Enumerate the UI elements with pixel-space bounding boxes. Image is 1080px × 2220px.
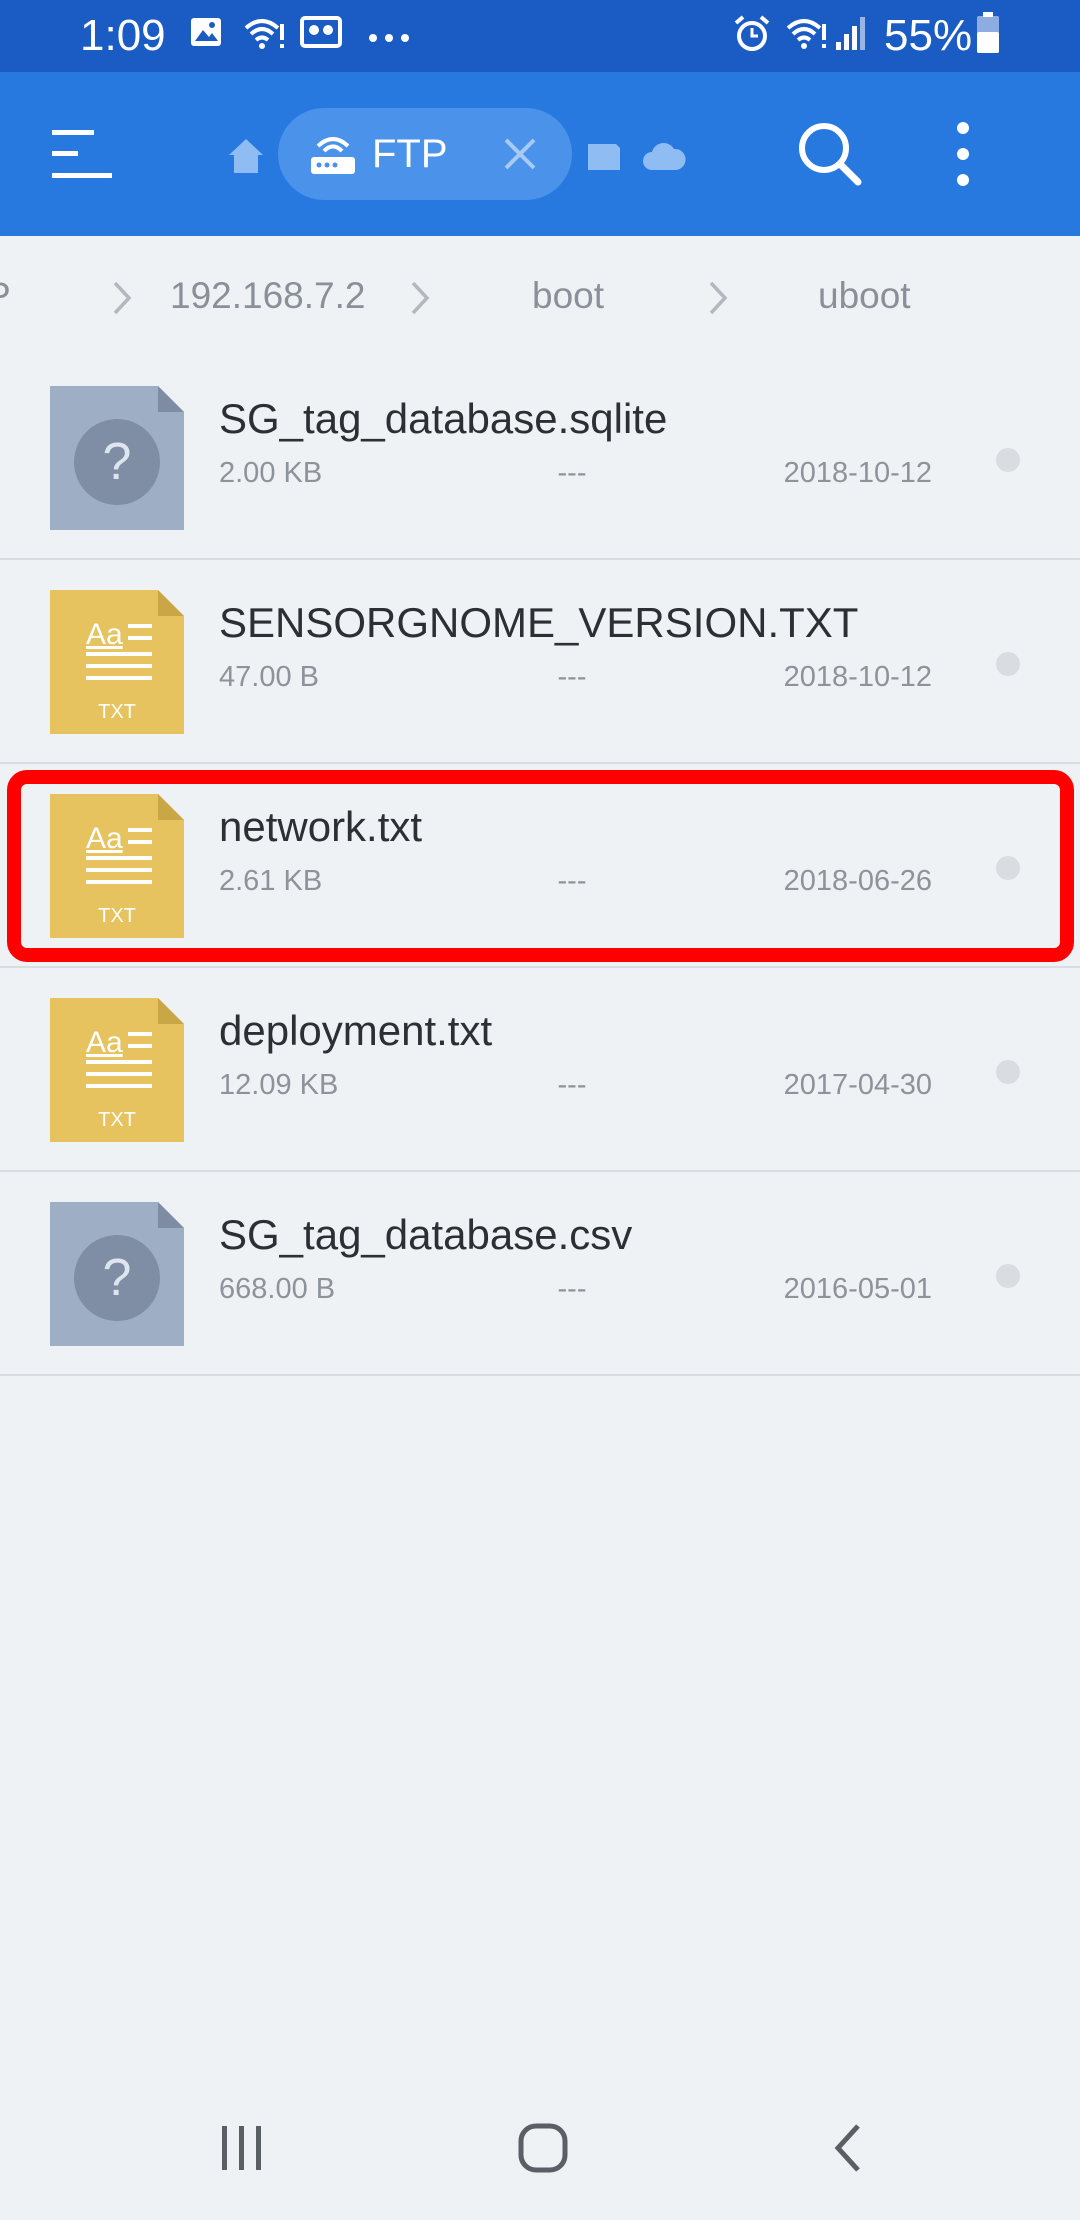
file-date: 2018-06-26 — [783, 865, 932, 897]
file-permissions: --- — [557, 1273, 587, 1305]
screen: 1:09 55% FTP 192.168.7.2 boot uboot ? SG… — [0, 0, 1080, 2220]
text-file-icon: Aa TXT — [50, 794, 184, 938]
battery-icon — [976, 12, 1000, 59]
unknown-file-icon: ? — [50, 386, 184, 530]
wifi-icon — [784, 14, 828, 59]
tab-home[interactable] — [226, 136, 266, 181]
more-vert-icon[interactable] — [950, 120, 976, 193]
tab-ftp-label: FTP — [372, 132, 448, 176]
file-name: SG_tag_database.csv — [219, 1211, 633, 1258]
svg-text:Aa: Aa — [86, 1026, 123, 1059]
close-tab-icon[interactable] — [500, 134, 540, 179]
svg-text:?: ? — [103, 1249, 132, 1307]
file-row[interactable]: ? SG_tag_database.csv 668.00 B --- 2016-… — [0, 1172, 1080, 1376]
signal-icon — [834, 14, 870, 57]
system-nav-bar — [0, 2080, 1080, 2220]
unknown-file-icon: ? — [50, 1202, 184, 1346]
file-permissions: --- — [557, 1069, 587, 1101]
file-size: 2.61 KB — [219, 865, 323, 897]
select-checkbox[interactable] — [996, 1060, 1020, 1084]
breadcrumb-item-uboot[interactable]: uboot — [818, 272, 911, 320]
tab-sd-card[interactable] — [586, 140, 622, 179]
recents-icon[interactable] — [218, 2124, 266, 2177]
sd-card-icon — [586, 144, 622, 178]
svg-text:Aa: Aa — [86, 618, 123, 651]
select-checkbox[interactable] — [996, 652, 1020, 676]
battery-percent: 55% — [884, 11, 973, 60]
file-date: 2016-05-01 — [783, 1273, 932, 1305]
chevron-right-icon — [410, 280, 430, 321]
text-file-icon: Aa TXT — [50, 998, 184, 1142]
file-name: SG_tag_database.sqlite — [219, 395, 668, 442]
file-name: SENSORGNOME_VERSION.TXT — [219, 599, 859, 646]
menu-icon[interactable] — [50, 126, 116, 187]
home-circle-icon[interactable] — [517, 2122, 569, 2179]
search-icon[interactable] — [796, 120, 864, 193]
home-icon — [226, 139, 266, 180]
app-bar: FTP — [0, 72, 1080, 236]
file-size: 47.00 B — [219, 661, 319, 693]
file-date: 2018-10-12 — [783, 661, 932, 693]
text-file-icon: Aa TXT — [50, 590, 184, 734]
file-size: 2.00 KB — [219, 457, 323, 489]
file-row[interactable]: Aa TXT deployment.txt 12.09 KB --- 2017-0… — [0, 968, 1080, 1172]
chevron-right-icon — [112, 280, 132, 321]
file-name: network.txt — [219, 803, 423, 850]
file-row[interactable]: Aa TXT SENSORGNOME_VERSION.TXT 47.00 B --… — [0, 560, 1080, 764]
svg-text:Aa: Aa — [86, 822, 123, 855]
breadcrumb-item-ip[interactable]: 192.168.7.2 — [170, 272, 365, 320]
file-permissions: --- — [557, 865, 587, 897]
svg-text:TXT: TXT — [98, 1109, 136, 1131]
select-checkbox[interactable] — [996, 1264, 1020, 1288]
file-row[interactable]: Aa TXT network.txt 2.61 KB --- 2018-06-26 — [0, 764, 1080, 968]
file-row[interactable]: ? SG_tag_database.sqlite 2.00 KB --- 201… — [0, 356, 1080, 560]
select-checkbox[interactable] — [996, 856, 1020, 880]
svg-text:TXT: TXT — [98, 701, 136, 723]
tab-cloud[interactable] — [642, 140, 686, 177]
breadcrumb-item-boot[interactable]: boot — [532, 272, 604, 320]
file-name: deployment.txt — [219, 1007, 493, 1054]
file-date: 2018-10-12 — [783, 457, 932, 489]
svg-text:?: ? — [103, 433, 132, 491]
file-size: 12.09 KB — [219, 1069, 339, 1101]
file-permissions: --- — [557, 661, 587, 693]
svg-text:TXT: TXT — [98, 905, 136, 927]
ftp-icon — [308, 130, 358, 183]
breadcrumb: P 192.168.7.2 boot uboot — [0, 236, 1080, 356]
wifi-alert-icon — [242, 14, 286, 59]
alarm-icon — [732, 14, 772, 59]
voicemail-icon — [300, 14, 342, 55]
status-time: 1:09 — [80, 11, 166, 60]
chevron-right-icon — [708, 280, 728, 321]
tab-ftp[interactable]: FTP — [278, 108, 572, 200]
cloud-icon — [642, 143, 686, 176]
file-date: 2017-04-30 — [783, 1069, 932, 1101]
back-icon[interactable] — [830, 2122, 866, 2179]
file-size: 668.00 B — [219, 1273, 336, 1305]
more-dots-icon — [368, 30, 410, 48]
select-checkbox[interactable] — [996, 448, 1020, 472]
breadcrumb-truncated-item[interactable]: P — [0, 272, 11, 320]
status-bar: 1:09 55% — [0, 0, 1080, 72]
image-icon — [188, 14, 224, 55]
file-permissions: --- — [557, 457, 587, 489]
